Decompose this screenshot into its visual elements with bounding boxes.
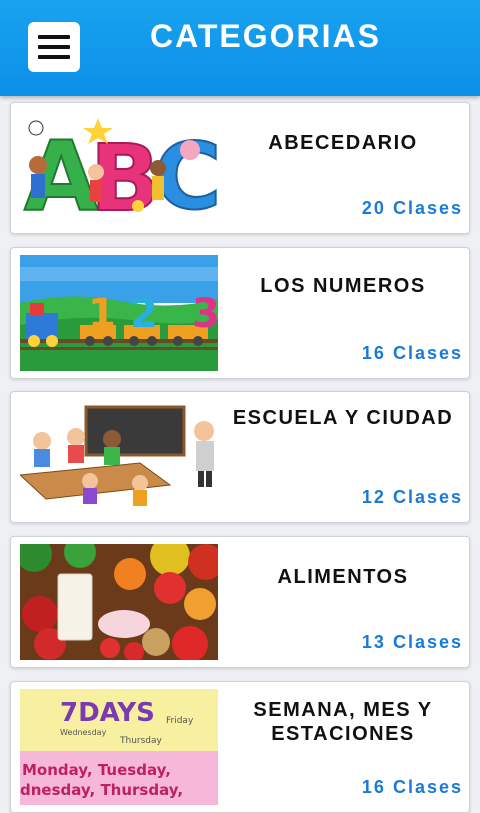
food-image [20,544,218,660]
svg-text:1: 1 [88,291,116,337]
svg-text:Monday, Tuesday,: Monday, Tuesday, [22,761,171,779]
category-title: ESCUELA Y CIUDAD [232,407,454,429]
svg-text:C: C [154,123,218,226]
category-card-abecedario[interactable]: A B C ABECEDARIO 20 Clases [10,102,470,234]
svg-text:2: 2 [130,291,158,337]
category-class-count: 16 Clases [361,343,463,363]
svg-text:dnesday, Thursday,: dnesday, Thursday, [20,781,183,799]
svg-text:Friday: Friday [166,716,194,726]
category-class-count: 16 Clases [361,777,463,797]
svg-text:Thursday: Thursday [119,736,163,746]
category-title: ALIMENTOS [277,566,409,588]
classroom-image [20,399,218,515]
category-title: ABECEDARIO [268,132,418,154]
hamburger-menu-icon[interactable] [28,22,80,72]
svg-text:3: 3 [192,291,218,337]
category-card-los-numeros[interactable]: 1 2 3 LOS NUMEROS 16 Clases [10,247,470,379]
category-class-count: 13 Clases [361,632,463,652]
category-card-escuela-y-ciudad[interactable]: ESCUELA Y CIUDAD 12 Clases [10,391,470,523]
category-card-alimentos[interactable]: ALIMENTOS 13 Clases [10,536,470,668]
category-class-count: 20 Clases [361,198,463,218]
category-card-semana-mes-y-estaciones[interactable]: 7DAYS Wednesday Thursday Friday Monday, … [10,681,470,813]
svg-text:7DAYS: 7DAYS [60,698,155,728]
number-train-image: 1 2 3 [20,255,218,371]
svg-text:Wednesday: Wednesday [60,728,107,737]
category-title: SEMANA, MES Y ESTACIONES [253,699,433,745]
abc-letters-kids-image: A B C [20,110,218,226]
seven-days-image: 7DAYS Wednesday Thursday Friday Monday, … [20,689,218,805]
category-title: LOS NUMEROS [260,275,426,297]
app-bar: CATEGORIAS [0,0,480,96]
category-class-count: 12 Clases [361,487,463,507]
page-title: CATEGORIAS [150,18,381,54]
